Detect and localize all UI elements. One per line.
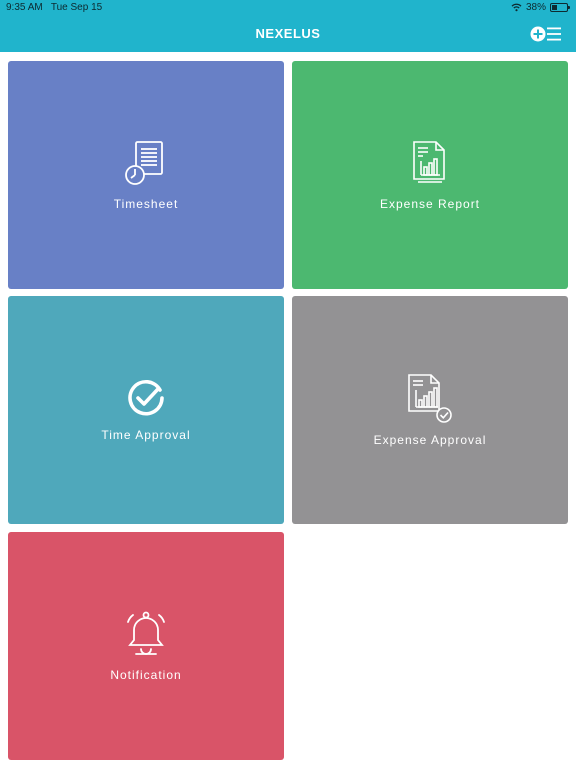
- battery-icon: [550, 3, 570, 12]
- status-bar: 9:35 AM Tue Sep 15 38%: [0, 0, 576, 16]
- navbar: NEXELUS: [0, 16, 576, 52]
- page-title: NEXELUS: [255, 26, 321, 41]
- tile-time-approval[interactable]: Time Approval: [8, 296, 284, 524]
- tile-label: Expense Approval: [373, 433, 487, 447]
- expense-report-icon: [413, 141, 445, 183]
- check-circle-icon: [128, 379, 164, 416]
- add-menu-button[interactable]: [530, 25, 562, 43]
- battery-fill: [552, 5, 557, 10]
- status-time-date: 9:35 AM Tue Sep 15: [6, 2, 102, 13]
- tile-label: Time Approval: [101, 428, 191, 442]
- timesheet-icon: [125, 141, 163, 185]
- bell-icon: [127, 611, 165, 655]
- tile-label: Notification: [110, 668, 182, 682]
- tile-timesheet[interactable]: Timesheet: [8, 61, 284, 289]
- battery-percent: 38%: [525, 2, 546, 13]
- expense-approval-icon: [408, 374, 452, 423]
- wifi-icon: [511, 3, 522, 12]
- tile-expense-approval[interactable]: Expense Approval: [292, 296, 568, 524]
- tile-notification[interactable]: Notification: [8, 532, 284, 760]
- tile-label: Timesheet: [113, 197, 179, 211]
- tile-label: Expense Report: [379, 197, 481, 211]
- status-time: 9:35 AM: [6, 2, 43, 13]
- status-date: Tue Sep 15: [50, 2, 103, 13]
- add-menu-icon: [530, 26, 561, 42]
- status-right: 38%: [511, 2, 570, 13]
- tile-expense-report[interactable]: Expense Report: [292, 61, 568, 289]
